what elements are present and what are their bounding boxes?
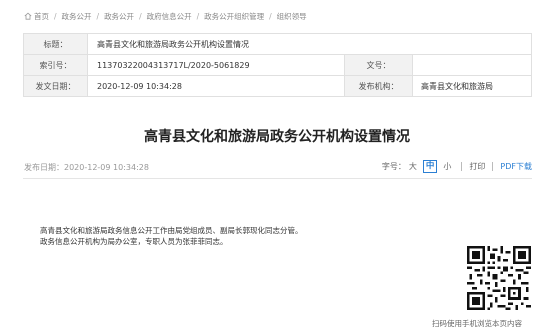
qr-code-icon xyxy=(467,246,531,310)
font-size-medium-button[interactable]: 中 xyxy=(422,160,438,173)
breadcrumb: 首页 / 政务公开 / 政务公开 / 政府信息公开 / 政务公开组织管理 / 组… xyxy=(24,10,307,22)
breadcrumb-separator: / xyxy=(54,11,57,21)
date-value: 2020-12-09 10:34:28 xyxy=(87,75,345,97)
article-paragraph: 政务信息公开机构为局办公室，专职人员为张菲菲同志。 xyxy=(40,237,228,246)
print-button[interactable]: 打印 xyxy=(469,161,485,172)
title-label: 标题： xyxy=(23,33,88,55)
font-size-large-button[interactable]: 大 xyxy=(409,161,417,172)
header-divider xyxy=(23,178,532,179)
index-value: 11370322004313717L/2020-5061829 xyxy=(87,54,345,76)
breadcrumb-item-gov-open[interactable]: 政务公开 xyxy=(62,11,92,22)
tools-divider xyxy=(461,162,463,171)
qr-caption: 扫码使用手机浏览本页内容 xyxy=(432,319,522,328)
publish-date: 发布日期：2020-12-09 10:34:28 xyxy=(24,163,149,172)
tools-divider xyxy=(492,162,494,171)
page-title: 高青县文化和旅游局政务公开机构设置情况 xyxy=(144,129,410,145)
article-tools: 字号： 大 中 小 打印 PDF下载 xyxy=(382,160,532,173)
breadcrumb-separator: / xyxy=(269,11,272,21)
docno-label: 文号： xyxy=(344,54,413,76)
meta-row-title: 标题： 高青县文化和旅游局政务公开机构设置情况 xyxy=(23,33,532,55)
breadcrumb-item-gov-open-2[interactable]: 政务公开 xyxy=(104,11,134,22)
title-value: 高青县文化和旅游局政务公开机构设置情况 xyxy=(87,33,532,55)
index-label: 索引号： xyxy=(23,54,88,76)
pdf-download-button[interactable]: PDF下载 xyxy=(500,161,532,172)
home-icon xyxy=(24,12,32,20)
issuer-value: 高青县文化和旅游局 xyxy=(412,75,532,97)
breadcrumb-item-home[interactable]: 首页 xyxy=(34,11,49,22)
docno-value xyxy=(412,54,532,76)
font-size-small-button[interactable]: 小 xyxy=(443,161,451,172)
meta-row-index: 索引号： 11370322004313717L/2020-5061829 文号： xyxy=(23,54,532,76)
breadcrumb-item-org-management[interactable]: 政务公开组织管理 xyxy=(204,11,264,22)
font-size-label: 字号： xyxy=(381,162,406,171)
document-meta-table: 标题： 高青县文化和旅游局政务公开机构设置情况 索引号： 11370322004… xyxy=(23,33,532,97)
breadcrumb-item-info-disclosure[interactable]: 政府信息公开 xyxy=(147,11,192,22)
breadcrumb-separator: / xyxy=(139,11,142,21)
meta-row-date: 发文日期： 2020-12-09 10:34:28 发布机构： 高青县文化和旅游… xyxy=(23,75,532,97)
breadcrumb-item-leadership[interactable]: 组织领导 xyxy=(277,11,307,22)
date-label: 发文日期： xyxy=(23,75,88,97)
issuer-label: 发布机构： xyxy=(344,75,413,97)
breadcrumb-separator: / xyxy=(196,11,200,21)
breadcrumb-separator: / xyxy=(96,11,100,21)
article-body: 高青县文化和旅游局政务信息公开工作由局党组成员、副局长郭现化同志分管。 政务信息… xyxy=(40,225,303,247)
article-paragraph: 高青县文化和旅游局政务信息公开工作由局党组成员、副局长郭现化同志分管。 xyxy=(40,226,303,235)
